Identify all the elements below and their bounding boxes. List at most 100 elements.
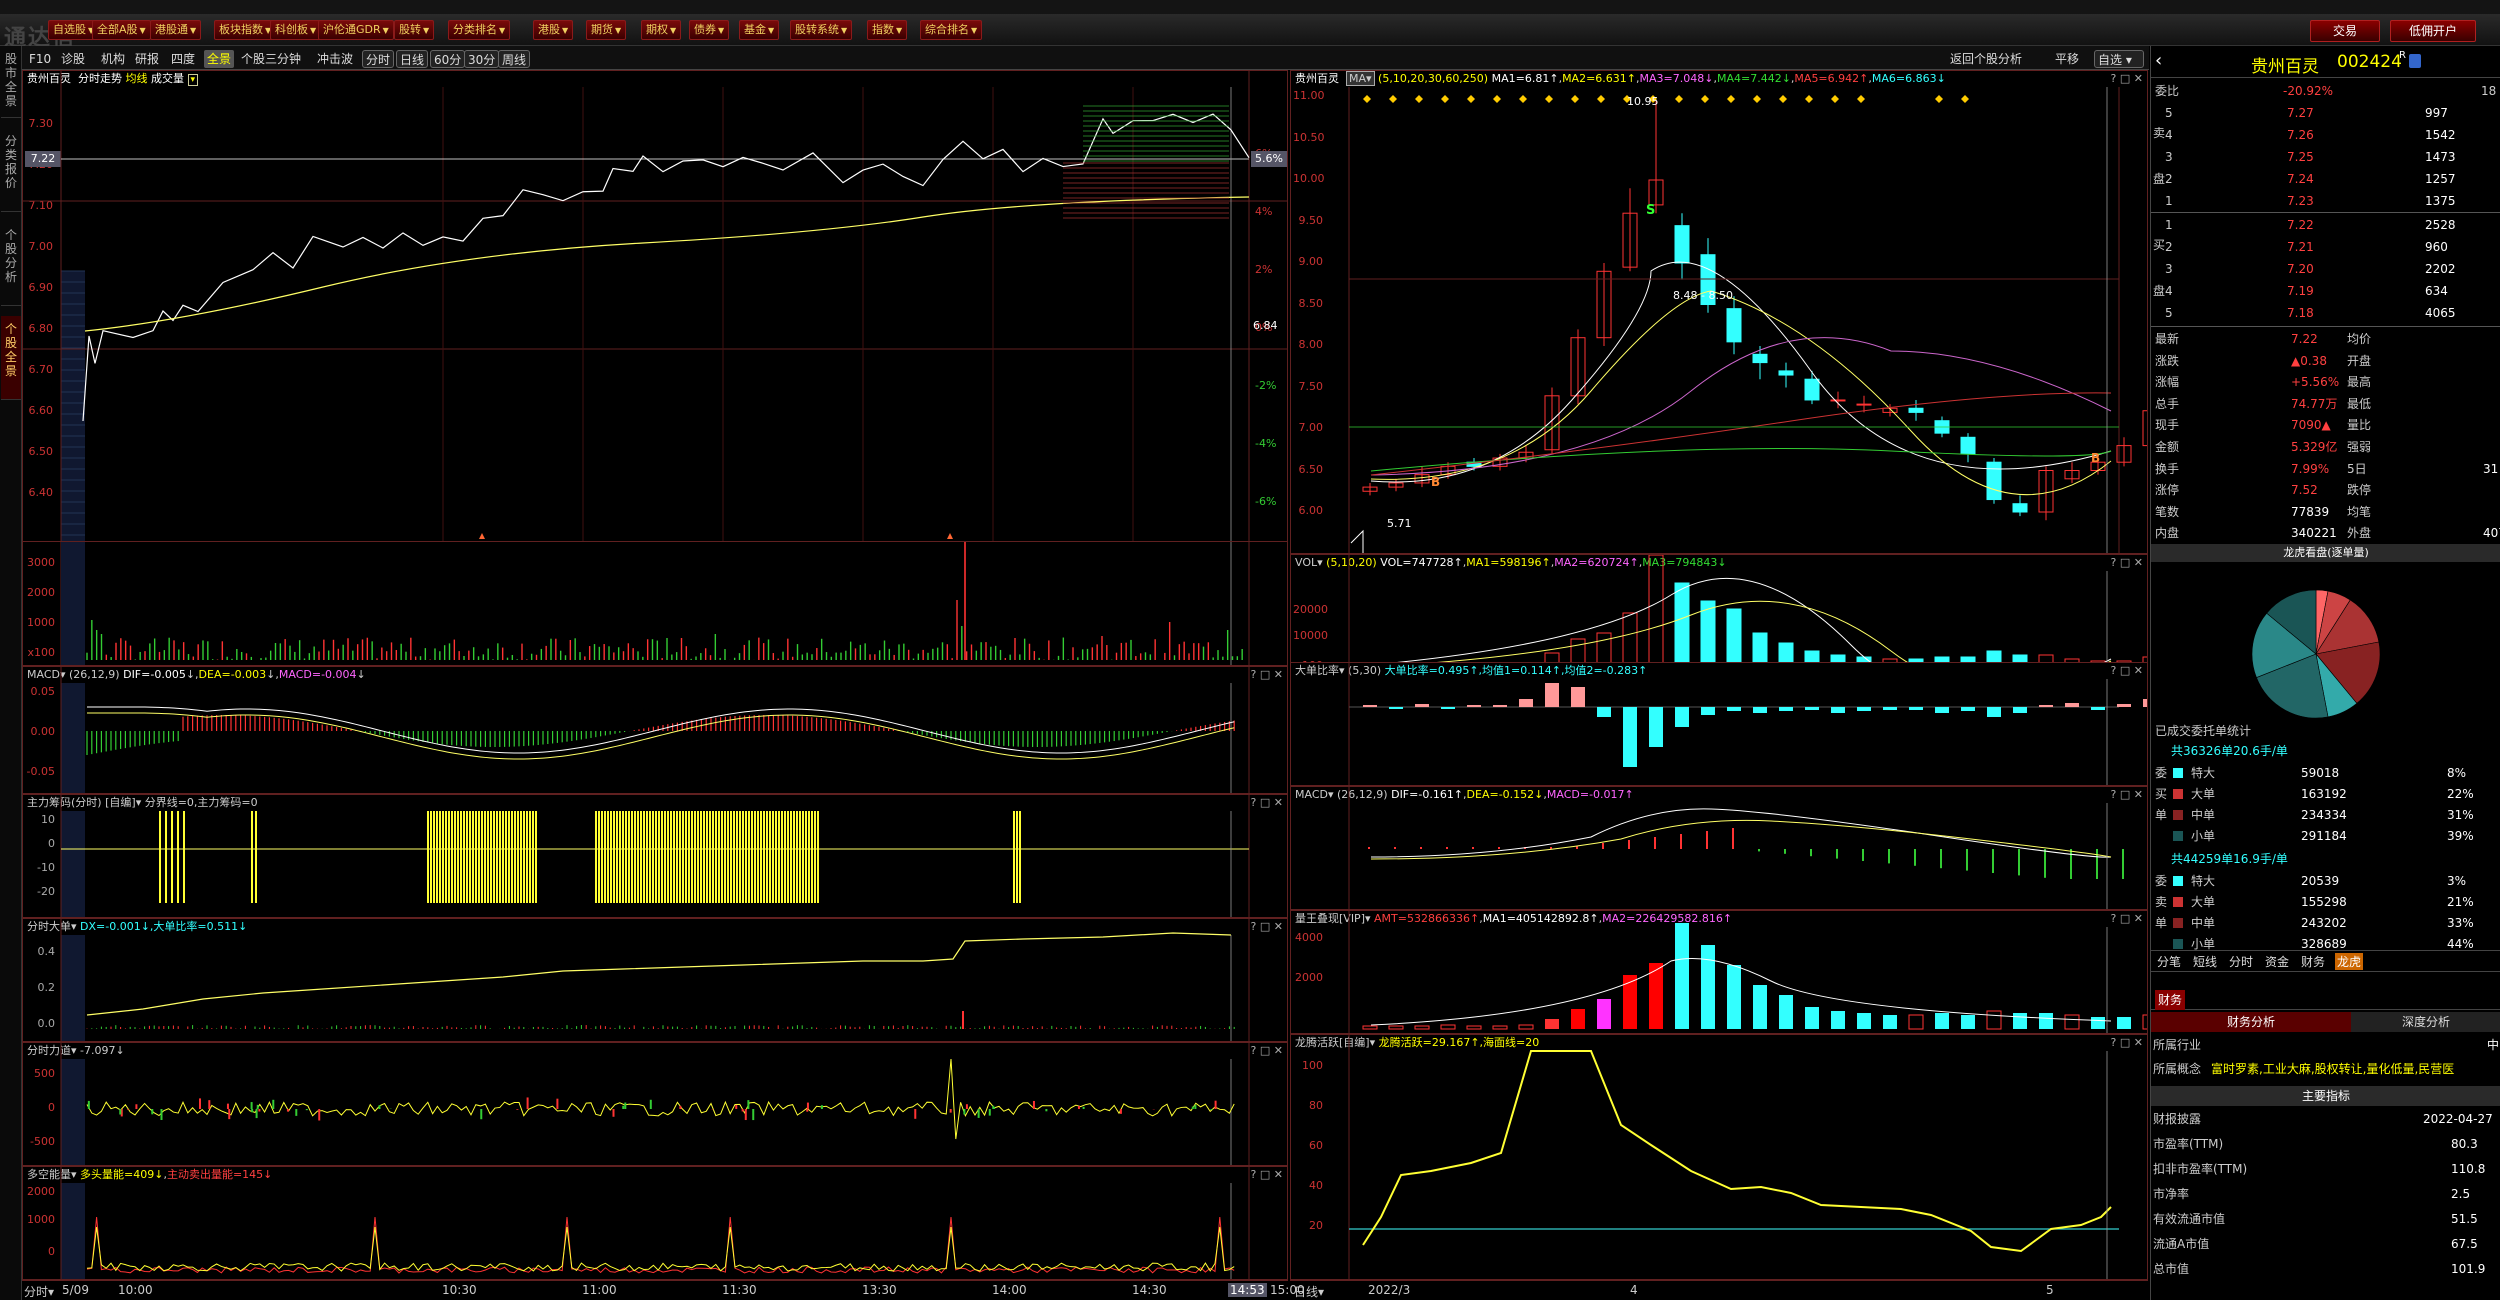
quote-tab-3[interactable]: 资金: [2263, 953, 2291, 970]
chevron-down-icon: ▼: [562, 26, 569, 35]
deal-row: 卖大单 155298 21%: [2155, 895, 2474, 909]
time-mode-dropdown[interactable]: 分时▾: [24, 1283, 54, 1300]
trade-button[interactable]: 交易: [2310, 20, 2380, 42]
chevron-down-icon: ▼: [615, 26, 622, 35]
menu-item-9[interactable]: 期货 ▼: [586, 20, 627, 40]
pie-title: 龙虎看盘(逐单量): [2151, 544, 2500, 562]
ask-row[interactable]: 4 7.26 1542: [2151, 124, 2500, 146]
left-tab-stock-panorama[interactable]: 个股全景: [1, 316, 21, 400]
toolbar-5[interactable]: 全景: [204, 50, 235, 68]
fin-row: 有效流通市值 51.5: [2153, 1212, 2478, 1226]
chevron-down-icon: ▼: [718, 26, 725, 35]
menu-item-5[interactable]: 沪伦通GDR ▼: [318, 20, 394, 40]
finance-tab[interactable]: 财务: [2155, 990, 2185, 1010]
buy-label: 买: [2153, 238, 2166, 252]
toolbar-2[interactable]: 机构: [98, 50, 128, 68]
left-tab-strip: 股市全景 分类报价 个股分析 个股全景: [0, 46, 22, 1300]
menu-item-13[interactable]: 股转系统 ▼: [790, 20, 853, 40]
menu-item-2[interactable]: 港股通 ▼: [150, 20, 202, 40]
duokong-svg: [60, 1167, 1250, 1279]
pan-button[interactable]: 平移: [2052, 50, 2082, 68]
left-tab-category[interactable]: 分类报价: [1, 128, 21, 212]
toolbar-8[interactable]: 分时: [362, 50, 395, 68]
pan-label: 盘: [2153, 284, 2166, 298]
chevron-down-icon: ▼: [190, 26, 197, 35]
menu-item-15[interactable]: 综合排名 ▼: [920, 20, 983, 40]
intraday-volume-svg: [60, 542, 1250, 665]
bid-row[interactable]: 2 7.21 960: [2151, 236, 2500, 258]
chevron-down-icon: ▼: [971, 26, 978, 35]
chevron-down-icon: ▼: [896, 26, 903, 35]
duokong-panel: 多空能量▾ 多头量能=409↓,主动卖出量能=145↓? □ ✕ 2000 100…: [22, 1166, 1288, 1280]
quote-panel: ‹ 贵州百灵 002424 R 委比 -20.92% 18 5 7.27 997 4 7.2…: [2150, 46, 2500, 1300]
quote-tab-0[interactable]: 分笔: [2155, 953, 2183, 970]
toolbar-1[interactable]: 诊股: [58, 50, 88, 68]
chevron-down-icon: ▼: [499, 26, 506, 35]
deal-row: 委特大 59018 8%: [2155, 766, 2467, 780]
menu-bar: 通达信 自选股▼全部A股▼港股通▼板块指数▼科创板▼沪伦通GDR▼股转▼分类排名…: [0, 14, 2500, 51]
period-dropdown[interactable]: 日线▾: [1294, 1283, 1324, 1300]
sell-signal-mark: S: [1646, 203, 1656, 218]
quote-header: ‹ 贵州百灵 002424 R: [2151, 46, 2500, 78]
menu-item-7[interactable]: 分类排名 ▼: [448, 20, 511, 40]
ask-row[interactable]: 2 7.24 1257: [2151, 168, 2500, 190]
deal-row: 买大单 163192 22%: [2155, 787, 2474, 801]
bid-row[interactable]: 1 7.22 2528: [2151, 214, 2500, 236]
stat-row: 总手 74.77万 最低: [2155, 396, 2372, 411]
chevron-down-icon: ▼: [382, 26, 389, 35]
fin-row: 市盈率(TTM) 80.3: [2153, 1137, 2478, 1151]
deep-analysis-tab[interactable]: 深度分析: [2351, 1012, 2500, 1032]
menu-item-3[interactable]: 板块指数 ▼: [214, 20, 277, 40]
menu-item-6[interactable]: 股转 ▼: [394, 20, 435, 40]
quote-tab-4[interactable]: 财务: [2299, 953, 2327, 970]
watchlist-dropdown[interactable]: 自选 ▾: [2094, 50, 2144, 68]
ask-row[interactable]: 1 7.23 1375: [2151, 190, 2500, 212]
open-account-button[interactable]: 低佣开户: [2390, 20, 2476, 42]
bid-row[interactable]: 4 7.19 634: [2151, 280, 2500, 302]
bid-row[interactable]: 5 7.18 4065: [2151, 302, 2500, 324]
color-square-icon: [2173, 897, 2183, 907]
intraday-macd-svg: [60, 667, 1250, 793]
menu-item-1[interactable]: 全部A股 ▼: [92, 20, 151, 40]
toolbar-11[interactable]: 30分: [464, 50, 500, 68]
ask-row[interactable]: 3 7.25 1473: [2151, 146, 2500, 168]
toolbar-0[interactable]: F10: [26, 50, 54, 68]
toolbar-10[interactable]: 60分: [430, 50, 466, 68]
toolbar-6[interactable]: 个股三分钟: [238, 50, 304, 68]
menu-item-11[interactable]: 债券 ▼: [689, 20, 730, 40]
finance-analysis-tab[interactable]: 财务分析: [2151, 1012, 2351, 1032]
menu-item-4[interactable]: 科创板 ▼: [270, 20, 322, 40]
toolbar: F10 诊股 机构 研报 四度 全景 个股三分钟 冲击波 分时 日线 60分 30分 周线 返回个股分析…: [22, 46, 2149, 70]
toolbar-4[interactable]: 四度: [168, 50, 198, 68]
quote-tab-1[interactable]: 短线: [2191, 953, 2219, 970]
toolbar-3[interactable]: 研报: [132, 50, 162, 68]
kline-svg: [1348, 87, 2147, 553]
back-to-analysis-link[interactable]: 返回个股分析: [1947, 50, 2025, 68]
bid-row[interactable]: 3 7.20 2202: [2151, 258, 2500, 280]
left-tab-stock-analysis[interactable]: 个股分析: [1, 222, 21, 306]
info-icon[interactable]: [2409, 54, 2421, 68]
stock-name: 贵州百灵: [2251, 57, 2319, 77]
kdadan-panel: 大单比率▾ (5,30) 大单比率=0.495↑,均值1=0.114↑,均值2=…: [1290, 662, 2148, 786]
chevron-down-icon: ▼: [310, 26, 317, 35]
menu-item-10[interactable]: 期权 ▼: [641, 20, 682, 40]
quote-tab-2[interactable]: 分时: [2227, 953, 2255, 970]
dadan-panel: 分时大单▾ DX=-0.001↓,大单比率=0.511↓? □ ✕ 0.4 0.2…: [22, 918, 1288, 1042]
fin-row: 扣非市盈率(TTM) 110.8: [2153, 1162, 2486, 1176]
left-tab-market[interactable]: 股市全景: [1, 46, 21, 118]
ask-row[interactable]: 5 7.27 997: [2151, 102, 2500, 124]
stat-row: 现手 7090▲ 量比: [2155, 418, 2372, 433]
color-square-icon: [2173, 810, 2183, 820]
toolbar-12[interactable]: 周线: [498, 50, 531, 68]
order-pie-chart: [2251, 589, 2381, 719]
back-arrow-icon[interactable]: ‹: [2155, 50, 2162, 71]
menu-item-14[interactable]: 指数 ▼: [867, 20, 908, 40]
time-tick: 10:30: [442, 1283, 477, 1297]
menu-item-8[interactable]: 港股 ▼: [533, 20, 574, 40]
stat-row: 涨停 7.52 跌停: [2155, 483, 2372, 498]
toolbar-7[interactable]: 冲击波: [314, 50, 356, 68]
menu-item-12[interactable]: 基金 ▼: [739, 20, 780, 40]
deal-row: 单中单 243202 33%: [2155, 916, 2474, 930]
toolbar-9[interactable]: 日线: [396, 50, 429, 68]
quote-tab-5[interactable]: 龙虎: [2335, 953, 2364, 970]
